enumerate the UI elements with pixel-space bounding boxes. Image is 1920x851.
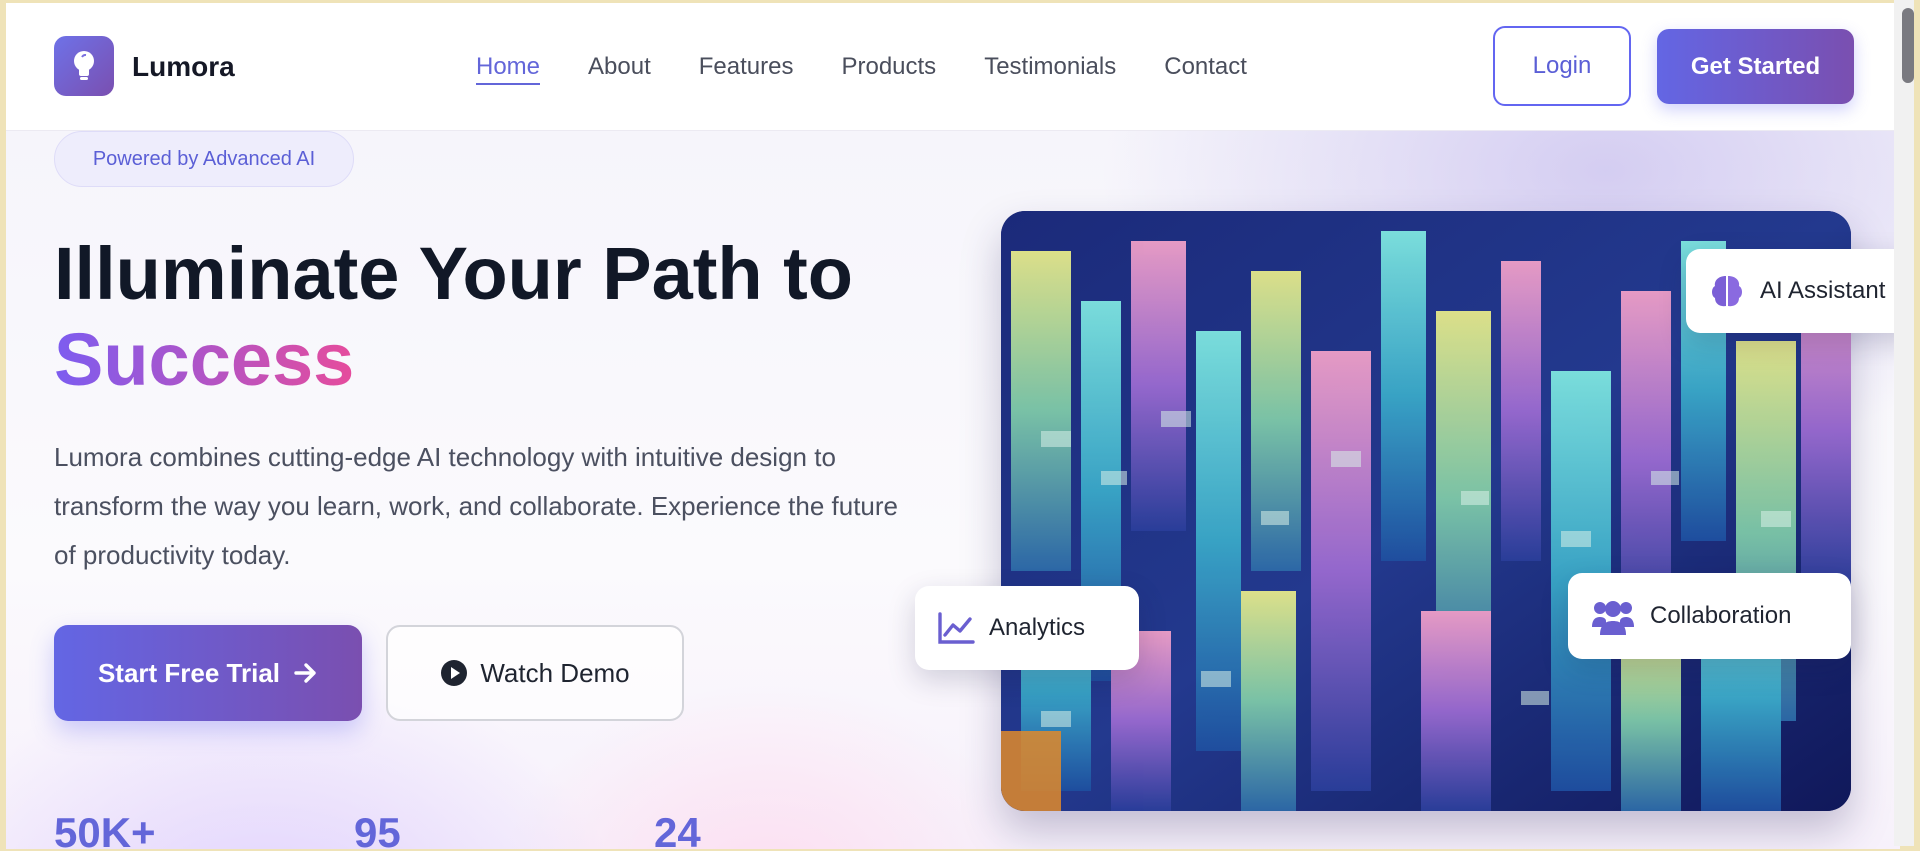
chart-line-icon (938, 612, 975, 644)
brand-name[interactable]: Lumora (132, 51, 235, 83)
nav-link-home[interactable]: Home (476, 53, 541, 85)
nav-link-testimonials[interactable]: Testimonials (984, 53, 1116, 85)
arrow-right-icon (294, 663, 316, 683)
watch-demo-button[interactable]: Watch Demo (386, 625, 684, 721)
users-icon (1592, 601, 1634, 635)
logo[interactable] (54, 36, 114, 96)
get-started-button[interactable]: Get Started (1657, 29, 1854, 104)
stat-value-third: 24 (654, 809, 701, 849)
start-free-trial-label: Start Free Trial (97, 657, 281, 688)
ai-assistant-card: AI Assistant (1686, 249, 1900, 333)
hero-title-accent: Success (54, 318, 355, 401)
nav-link-contact[interactable]: Contact (1164, 53, 1247, 85)
lightbulb-icon (74, 51, 94, 80)
stat-value-users: 50K+ (54, 809, 156, 849)
scrollbar[interactable] (1894, 0, 1914, 846)
scrollbar-thumb[interactable] (1902, 8, 1914, 83)
collaboration-card: Collaboration (1568, 573, 1851, 659)
hero-description: Lumora combines cutting-edge AI technolo… (54, 442, 898, 570)
ai-assistant-label: AI Assistant (1760, 277, 1886, 304)
brain-icon (1712, 276, 1742, 307)
navbar: Lumora Home About Features Products Test… (6, 3, 1900, 131)
start-free-trial-button[interactable]: Start Free Trial (54, 625, 362, 721)
ai-badge: Powered by Advanced AI (54, 131, 354, 187)
stat-value-second: 95 (354, 809, 401, 849)
watch-demo-label: Watch Demo (480, 657, 630, 688)
collaboration-label: Collaboration (1650, 602, 1792, 629)
page: Lumora Home About Features Products Test… (6, 3, 1900, 849)
nav-link-products[interactable]: Products (841, 53, 936, 85)
play-circle-icon (441, 660, 468, 686)
nav-link-features[interactable]: Features (699, 53, 794, 85)
analytics-card: Analytics (915, 586, 1139, 670)
nav-links: Home About Features Products Testimonial… (476, 53, 1247, 85)
analytics-label: Analytics (989, 614, 1086, 641)
nav-link-about[interactable]: About (588, 53, 651, 85)
hero-title: Illuminate Your Path to (54, 232, 854, 315)
login-button[interactable]: Login (1493, 26, 1631, 106)
